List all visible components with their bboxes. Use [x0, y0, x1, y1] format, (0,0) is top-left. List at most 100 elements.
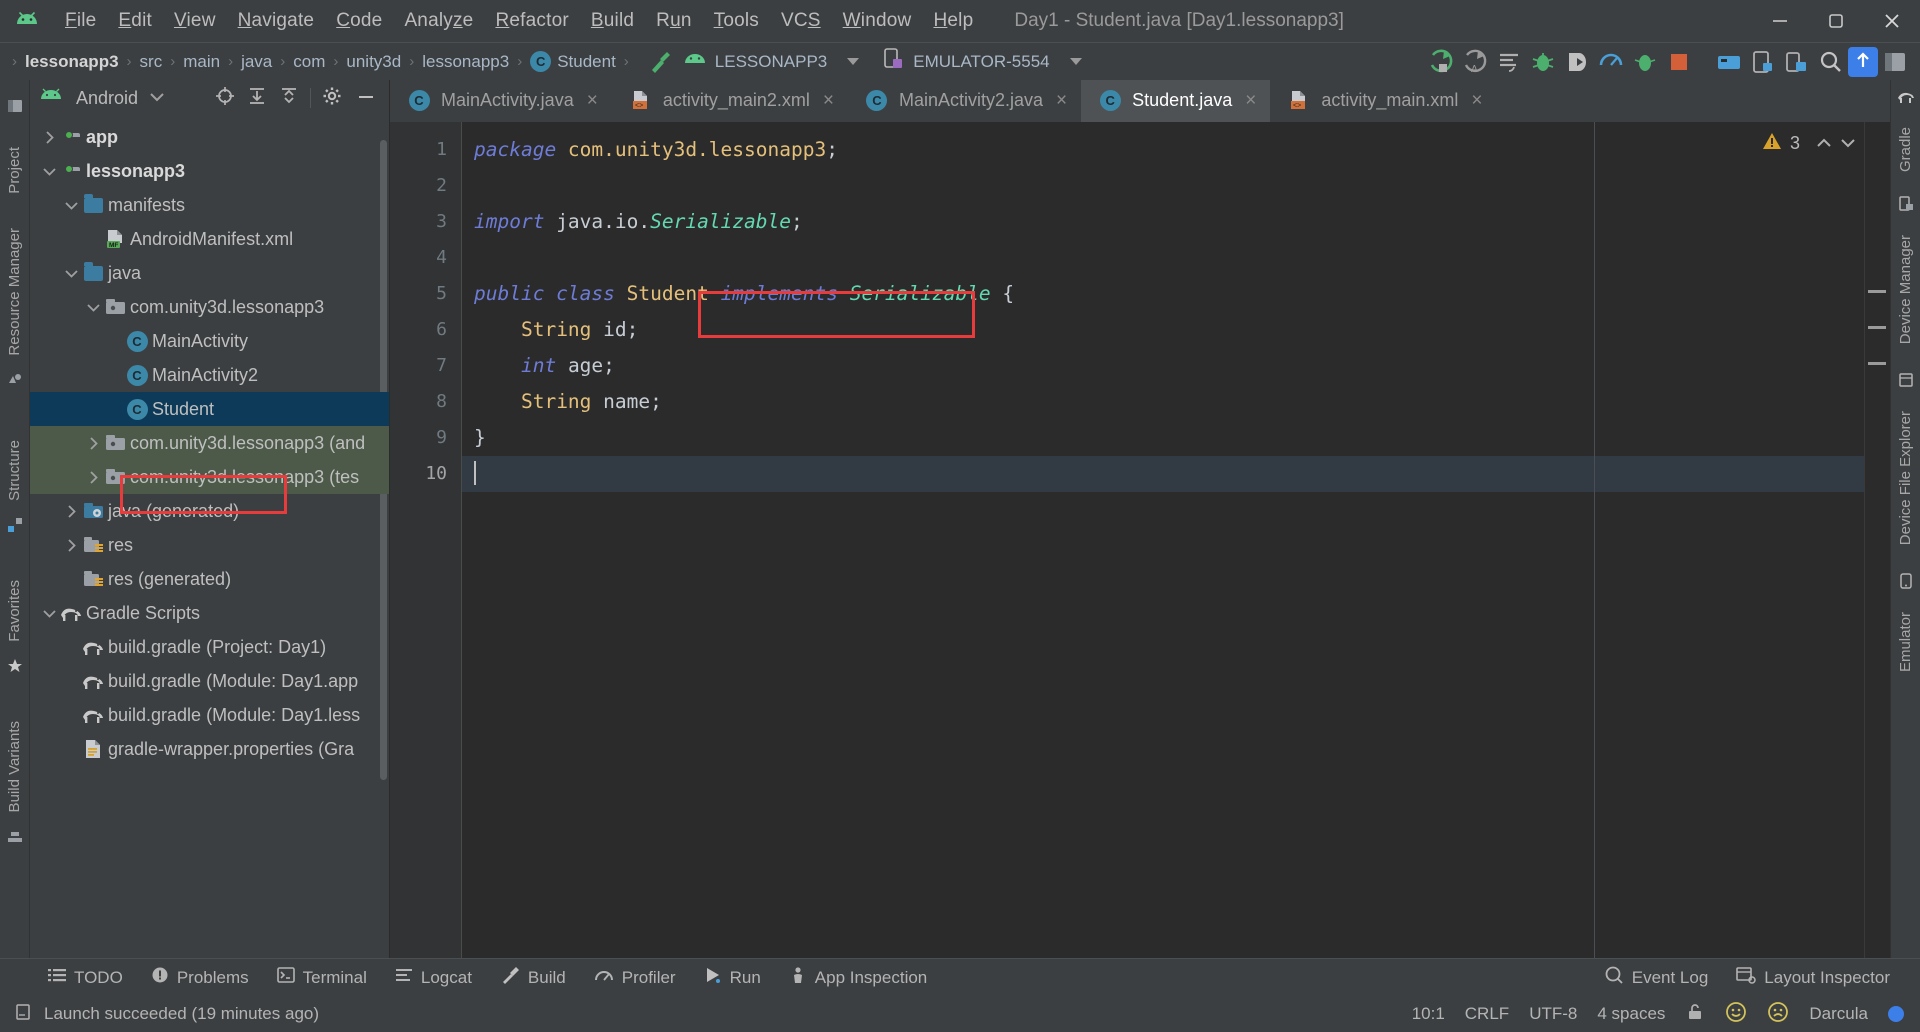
tree-node-gradle-wrapper-properties-gra[interactable]: gradle-wrapper.properties (Gra	[30, 732, 389, 766]
code-content[interactable]: package com.unity3d.lessonapp3; import ja…	[462, 122, 1890, 958]
chevron-down-icon[interactable]	[847, 58, 860, 65]
chevron-right-icon[interactable]	[62, 504, 80, 518]
tree-node-lessonapp3[interactable]: lessonapp3	[30, 154, 389, 188]
error-stripe-scrollbar[interactable]	[1864, 122, 1890, 958]
profiler-icon[interactable]	[1594, 45, 1628, 79]
read-only-lock-icon[interactable]	[1685, 1002, 1705, 1027]
project-view-selector-label[interactable]: Android	[76, 88, 138, 109]
breadcrumb-item-com[interactable]: com	[293, 52, 325, 72]
sidebar-item-structure[interactable]: Structure	[6, 430, 23, 511]
chevron-down-icon[interactable]	[40, 165, 58, 178]
apply-code-changes-icon[interactable]: A	[1458, 45, 1492, 79]
tree-node-java[interactable]: java	[30, 256, 389, 290]
breadcrumb-item-main[interactable]: main	[183, 52, 220, 72]
debug-bug-icon[interactable]	[1526, 45, 1560, 79]
line-number[interactable]: 8	[390, 384, 461, 420]
menu-analyze[interactable]: Analyze	[393, 7, 484, 35]
line-separator[interactable]: CRLF	[1465, 1004, 1509, 1024]
breadcrumb-item-lessonapp3-pkg[interactable]: lessonapp3	[422, 52, 509, 72]
chevron-right-icon[interactable]	[40, 130, 58, 144]
bottom-tab-problems[interactable]: Problems	[137, 966, 263, 989]
line-number[interactable]: 1	[390, 132, 461, 168]
expand-all-icon[interactable]	[242, 86, 272, 111]
close-icon[interactable]: ×	[823, 90, 834, 112]
editor-tab-student-java[interactable]: C Student.java ×	[1081, 80, 1271, 122]
bottom-tab-layout-inspector[interactable]: Layout Inspector	[1722, 966, 1904, 989]
stripe-warning-mark[interactable]	[1868, 362, 1886, 365]
close-icon[interactable]: ×	[1471, 90, 1482, 112]
sdk-manager-icon[interactable]	[1712, 45, 1746, 79]
sidebar-item-project[interactable]: Project	[6, 137, 23, 204]
smiley-happy-icon[interactable]	[1725, 1001, 1747, 1028]
code-line[interactable]: public class Student implements Serializ…	[462, 276, 1890, 312]
crosshair-locate-icon[interactable]	[210, 86, 240, 111]
chevron-down-icon[interactable]	[84, 301, 102, 314]
caret-position[interactable]: 10:1	[1412, 1004, 1445, 1024]
breadcrumb-item-student[interactable]: C Student	[530, 51, 616, 72]
bottom-tab-event-log[interactable]: Event Log	[1590, 966, 1723, 989]
menu-view[interactable]: View	[163, 7, 227, 35]
tree-node-student[interactable]: C Student	[30, 392, 389, 426]
theme-color-dot[interactable]	[1888, 1006, 1904, 1022]
tree-node-res-generated[interactable]: res (generated)	[30, 562, 389, 596]
sidebar-item-gradle[interactable]: Gradle	[1897, 117, 1914, 182]
menu-build[interactable]: Build	[580, 7, 645, 35]
tree-node-manifests[interactable]: manifests	[30, 188, 389, 222]
menu-window[interactable]: Window	[832, 7, 923, 35]
hammer-build-icon[interactable]	[643, 45, 677, 79]
close-icon[interactable]	[1864, 0, 1920, 42]
project-structure-icon[interactable]	[1878, 45, 1912, 79]
line-number[interactable]: 9	[390, 420, 461, 456]
menu-code[interactable]: Code	[325, 7, 393, 35]
search-icon[interactable]	[1814, 45, 1848, 79]
maximize-icon[interactable]	[1808, 0, 1864, 42]
chevron-down-icon[interactable]	[40, 607, 58, 620]
menu-navigate[interactable]: Navigate	[227, 7, 326, 35]
stripe-warning-mark[interactable]	[1868, 290, 1886, 293]
code-line[interactable]: import java.io.Serializable;	[462, 204, 1890, 240]
menu-edit[interactable]: Edit	[107, 7, 163, 35]
indent-setting[interactable]: 4 spaces	[1597, 1004, 1665, 1024]
smiley-sad-icon[interactable]	[1767, 1001, 1789, 1028]
stripe-warning-mark[interactable]	[1868, 326, 1886, 329]
tree-node-java-generated[interactable]: java (generated)	[30, 494, 389, 528]
apply-changes-icon[interactable]	[1492, 45, 1526, 79]
minimize-icon[interactable]	[349, 86, 383, 111]
close-icon[interactable]: ×	[587, 90, 598, 112]
sidebar-item-favorites[interactable]: Favorites	[6, 570, 23, 652]
line-number[interactable]: 2	[390, 168, 461, 204]
theme-label[interactable]: Darcula	[1809, 1004, 1868, 1024]
attach-debugger-icon[interactable]	[1560, 45, 1594, 79]
chevron-down-icon[interactable]	[62, 267, 80, 280]
editor-viewport[interactable]: 1 2 3 4 5 6 7 8 9 10 package com.unity3d.lessonap…	[390, 122, 1890, 958]
bottom-tab-todo[interactable]: TODO	[34, 967, 137, 988]
code-line[interactable]: int age;	[462, 348, 1890, 384]
tree-node-build-gradle-project-day1[interactable]: build.gradle (Project: Day1)	[30, 630, 389, 664]
chevron-right-icon[interactable]	[62, 538, 80, 552]
chevron-down-icon[interactable]	[1840, 133, 1856, 154]
editor-tab-activity-main-xml[interactable]: <> activity_main.xml ×	[1270, 80, 1496, 122]
sidebar-item-emulator[interactable]: Emulator	[1897, 602, 1914, 682]
sidebar-item-build-variants[interactable]: Build Variants	[6, 711, 23, 822]
editor-tab-mainactivity-java[interactable]: C MainActivity.java ×	[390, 80, 612, 122]
code-line[interactable]: }	[462, 420, 1890, 456]
chevron-down-icon[interactable]	[62, 199, 80, 212]
sidebar-item-device-manager[interactable]: Device Manager	[1897, 225, 1914, 354]
close-icon[interactable]: ×	[1056, 90, 1067, 112]
bottom-tab-terminal[interactable]: Terminal	[263, 966, 381, 989]
tree-node-res[interactable]: res	[30, 528, 389, 562]
editor-tab-mainactivity2-java[interactable]: C MainActivity2.java ×	[848, 80, 1081, 122]
menu-vcs[interactable]: VCS	[770, 7, 832, 35]
tree-node-com-unity3d-lessonapp3[interactable]: com.unity3d.lessonapp3	[30, 290, 389, 324]
tree-node-build-gradle-module-day1-app[interactable]: build.gradle (Module: Day1.app	[30, 664, 389, 698]
tree-node-androidmanifest-xml[interactable]: MF AndroidManifest.xml	[30, 222, 389, 256]
tree-node-com-unity3d-lessonapp3-tes[interactable]: com.unity3d.lessonapp3 (tes	[30, 460, 389, 494]
run-configuration-selector[interactable]: LESSONAPP3	[677, 51, 877, 72]
menu-refactor[interactable]: Refactor	[484, 7, 579, 35]
stop-square-icon[interactable]	[1662, 45, 1696, 79]
sidebar-item-device-file-explorer[interactable]: Device File Explorer	[1897, 401, 1914, 555]
bottom-tab-app-inspection[interactable]: App Inspection	[775, 966, 941, 989]
breadcrumb-item-unity3d[interactable]: unity3d	[346, 52, 401, 72]
tree-node-gradle-scripts[interactable]: Gradle Scripts	[30, 596, 389, 630]
code-line[interactable]	[462, 456, 1890, 492]
